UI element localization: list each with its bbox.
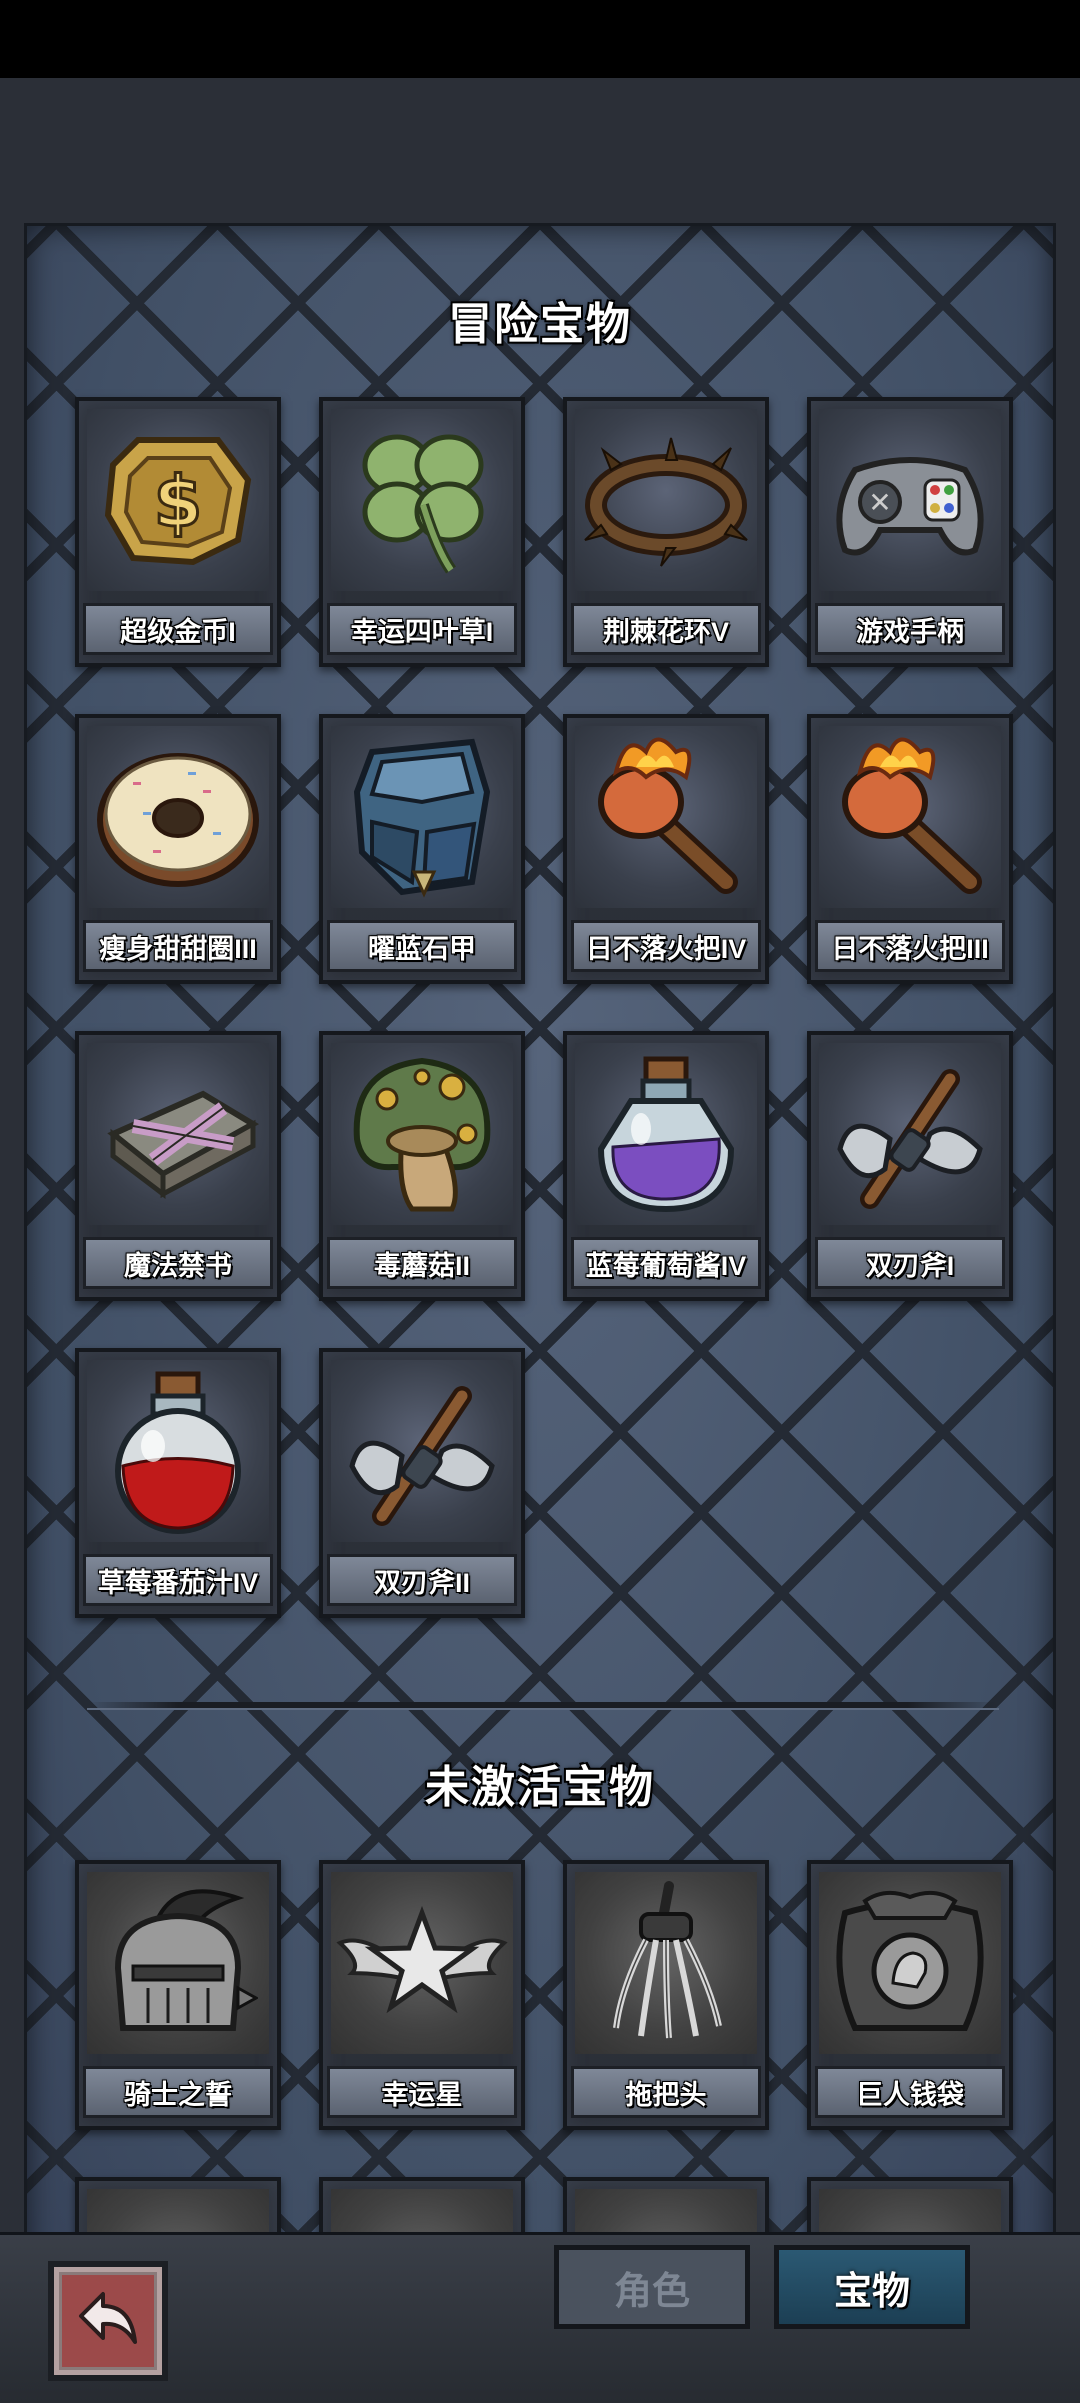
tab-treasure[interactable]: 宝物 xyxy=(774,2245,970,2329)
active-treasure-label: 荆棘花环V xyxy=(571,603,761,655)
active-treasure-card[interactable]: 日不落火把IV xyxy=(563,714,769,984)
active-treasure-label: 游戏手柄 xyxy=(815,603,1005,655)
gamepad-icon: ✕ xyxy=(819,409,1001,591)
back-button[interactable] xyxy=(48,2261,168,2381)
section-divider xyxy=(87,1702,999,1708)
active-treasure-card[interactable]: 幸运四叶草I xyxy=(319,397,525,667)
inactive-treasure-card[interactable]: 骑士之誓 xyxy=(75,1860,281,2130)
active-treasure-card[interactable]: 双刃斧II xyxy=(319,1348,525,1618)
red-potion-icon xyxy=(87,1360,269,1542)
inactive-treasure-label: 拖把头 xyxy=(571,2066,761,2118)
inactive-treasure-label: 幸运星 xyxy=(327,2066,517,2118)
active-treasure-label: 草莓番茄汁IV xyxy=(83,1554,273,1606)
thorn-wreath-icon xyxy=(575,409,757,591)
active-treasure-label: 双刃斧I xyxy=(815,1237,1005,1289)
active-treasure-label: 日不落火把IV xyxy=(571,920,761,972)
active-treasure-label: 毒蘑菇II xyxy=(327,1237,517,1289)
donut-icon xyxy=(87,726,269,908)
knight-helmet-icon xyxy=(87,1872,269,2054)
double-axe-icon xyxy=(331,1360,513,1542)
winged-star-icon xyxy=(331,1872,513,2054)
inactive-treasures-title: 未激活宝物 xyxy=(425,1763,655,1812)
giant-money-bag-icon xyxy=(819,1872,1001,2054)
active-treasure-label: 超级金币I xyxy=(83,603,273,655)
status-bar xyxy=(0,0,1080,78)
active-treasure-card[interactable]: 蓝莓葡萄酱IV xyxy=(563,1031,769,1301)
active-treasure-card[interactable]: 魔法禁书 xyxy=(75,1031,281,1301)
active-treasure-label: 日不落火把III xyxy=(815,920,1005,972)
bottom-bar: 角色 宝物 xyxy=(0,2232,1080,2403)
purple-potion-icon xyxy=(575,1043,757,1225)
inactive-treasure-card[interactable]: 幸运星 xyxy=(319,1860,525,2130)
torch-icon xyxy=(575,726,757,908)
torch-icon xyxy=(819,726,1001,908)
active-treasure-label: 双刃斧II xyxy=(327,1554,517,1606)
active-treasure-card[interactable]: 荆棘花环V xyxy=(563,397,769,667)
active-treasure-card[interactable]: 曜蓝石甲 xyxy=(319,714,525,984)
active-treasure-label: 魔法禁书 xyxy=(83,1237,273,1289)
active-treasure-label: 幸运四叶草I xyxy=(327,603,517,655)
treasure-panel[interactable]: 冒险宝物 $ 超级金币I 幸运四叶草I 荆棘花环V ✕ 游戏手柄瘦身甜甜圈III 曜蓝石甲 日… xyxy=(24,223,1056,2285)
blue-stone-armor-icon xyxy=(331,726,513,908)
inactive-treasure-label: 骑士之誓 xyxy=(83,2066,273,2118)
svg-text:✕: ✕ xyxy=(868,486,891,519)
four-leaf-clover-icon xyxy=(331,409,513,591)
active-treasure-card[interactable]: ✕ 游戏手柄 xyxy=(807,397,1013,667)
back-arrow-icon xyxy=(62,2275,154,2367)
active-treasure-card[interactable]: $ 超级金币I xyxy=(75,397,281,667)
forbidden-book-icon xyxy=(87,1043,269,1225)
poison-mushroom-icon xyxy=(331,1043,513,1225)
active-treasure-card[interactable]: 瘦身甜甜圈III xyxy=(75,714,281,984)
tab-role[interactable]: 角色 xyxy=(554,2245,750,2329)
active-treasure-card[interactable]: 毒蘑菇II xyxy=(319,1031,525,1301)
screen-frame: 冒险宝物 $ 超级金币I 幸运四叶草I 荆棘花环V ✕ 游戏手柄瘦身甜甜圈III 曜蓝石甲 日… xyxy=(0,78,1080,2285)
mop-head-icon xyxy=(575,1872,757,2054)
active-treasure-label: 曜蓝石甲 xyxy=(327,920,517,972)
svg-text:$: $ xyxy=(154,461,203,543)
double-axe-icon xyxy=(819,1043,1001,1225)
active-treasure-label: 蓝莓葡萄酱IV xyxy=(571,1237,761,1289)
inactive-treasure-card[interactable]: 巨人钱袋 xyxy=(807,1860,1013,2130)
inactive-treasure-label: 巨人钱袋 xyxy=(815,2066,1005,2118)
gold-coin-icon: $ xyxy=(87,409,269,591)
inactive-treasure-card[interactable]: 拖把头 xyxy=(563,1860,769,2130)
active-treasure-card[interactable]: 草莓番茄汁IV xyxy=(75,1348,281,1618)
active-treasure-card[interactable]: 双刃斧I xyxy=(807,1031,1013,1301)
active-treasures-title: 冒险宝物 xyxy=(448,300,632,349)
active-treasure-card[interactable]: 日不落火把III xyxy=(807,714,1013,984)
active-treasure-label: 瘦身甜甜圈III xyxy=(83,920,273,972)
